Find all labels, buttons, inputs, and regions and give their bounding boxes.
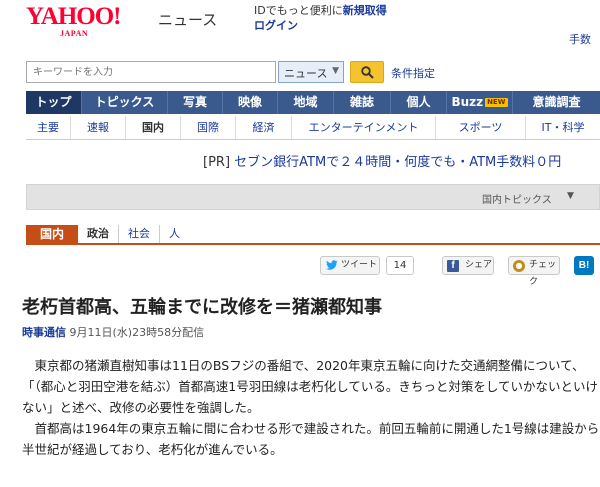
gnav-item-survey[interactable]: 意識調査 xyxy=(513,91,600,114)
snav-label: 速報 xyxy=(87,121,109,134)
search-bar: ニュース ▼ 条件指定 xyxy=(26,61,600,85)
snav-item-domestic[interactable]: 国内 xyxy=(126,116,181,139)
search-scope-select[interactable]: ニュース ▼ xyxy=(278,61,344,83)
category-bar: 国内 政治 社会 人 xyxy=(26,225,600,245)
gnav-item-topics[interactable]: トピックス xyxy=(82,91,168,114)
gnav-label: 写真 xyxy=(182,95,207,109)
check-label: チェック xyxy=(529,260,557,287)
mixi-check-button[interactable]: ● チェック xyxy=(508,256,560,287)
category-sub-people[interactable]: 人 xyxy=(160,225,189,243)
search-input[interactable] xyxy=(26,61,276,83)
snav-item-it-science[interactable]: IT・科学 xyxy=(526,116,600,139)
search-scope-value: ニュース xyxy=(284,67,328,80)
tweet-label: ツイート xyxy=(341,260,378,270)
gnav-label: 雑誌 xyxy=(349,95,374,109)
article-title: 老朽首都高、五輪までに改修を＝猪瀬都知事 xyxy=(22,297,382,318)
global-nav: トップ トピックス 写真 映像 地域 雑誌 個人 Buzz NEW 意識調査 xyxy=(26,91,600,114)
logo-sub: JAPAN xyxy=(60,29,89,38)
snav-item-sports[interactable]: スポーツ xyxy=(436,116,526,139)
gnav-item-local[interactable]: 地域 xyxy=(278,91,334,114)
snav-label: エンターテインメント xyxy=(308,121,419,134)
facebook-share-button[interactable]: f シェア xyxy=(442,256,494,275)
gnav-label: 映像 xyxy=(237,95,262,109)
facebook-icon: f xyxy=(447,260,459,272)
gnav-label: 個人 xyxy=(406,95,431,109)
id-box: IDでもっと便利に新規取得 ログイン xyxy=(254,3,387,33)
gnav-label: 意識調査 xyxy=(532,95,581,109)
gnav-item-top[interactable]: トップ xyxy=(26,91,82,114)
tweet-button[interactable]: ツイート xyxy=(320,256,380,275)
article-source-link[interactable]: 時事通信 xyxy=(22,326,66,339)
snav-label: 経済 xyxy=(252,121,275,134)
twitter-bird-icon xyxy=(326,260,338,270)
snav-label: 主要 xyxy=(37,121,59,134)
share-buttons: ツイート 14 f シェア ● チェック B! xyxy=(320,256,600,287)
gnav-item-personal[interactable]: 個人 xyxy=(391,91,447,114)
gnav-label: トピックス xyxy=(94,95,155,109)
category-sub-politics[interactable]: 政治 xyxy=(78,225,119,243)
article-paragraph: 東京都の猪瀬直樹知事は11日のBSフジの番組で、2020年東京五輪に向けた交通網… xyxy=(22,358,598,415)
category-nav: 主要 速報 国内 国際 経済 エンターテインメント スポーツ IT・科学 xyxy=(26,116,600,140)
pr-tag: [PR] xyxy=(203,155,231,170)
site-header: YAHOO! JAPAN ニュース IDでもっと便利に新規取得 ログイン 手数 xyxy=(0,0,600,52)
chevron-down-icon: ▼ xyxy=(567,191,574,201)
pr-text: セブン銀行ATMで２４時間・何度でも・ATM手数料０円 xyxy=(234,155,562,170)
topics-bar[interactable]: 国内トピックス ▼ xyxy=(26,184,600,210)
yahoo-japan-logo[interactable]: YAHOO! JAPAN xyxy=(26,4,154,42)
snav-item-international[interactable]: 国際 xyxy=(181,116,236,139)
fb-label: シェア xyxy=(465,260,493,270)
top-right-link[interactable]: 手数 xyxy=(569,31,591,47)
new-badge: NEW xyxy=(485,98,508,107)
snav-label: 国内 xyxy=(142,121,164,134)
snav-label: 国際 xyxy=(197,121,219,134)
article-paragraph: 首都高は1964年の東京五輪に間に合わせる形で建設された。前回五輪前に開通した1… xyxy=(22,421,600,457)
search-button[interactable] xyxy=(350,61,384,83)
tweet-count: 14 xyxy=(386,256,414,275)
article-body: 東京都の猪瀬直樹知事は11日のBSフジの番組で、2020年東京五輪に向けた交通網… xyxy=(22,355,600,460)
gnav-item-photos[interactable]: 写真 xyxy=(168,91,223,114)
snav-label: スポーツ xyxy=(458,121,503,134)
login-link[interactable]: ログイン xyxy=(254,19,298,32)
snav-item-economy[interactable]: 経済 xyxy=(236,116,292,139)
hatena-bookmark-button[interactable]: B! xyxy=(574,256,594,275)
category-sub-society[interactable]: 社会 xyxy=(119,225,160,243)
article-byline: 時事通信 9月11日(水)23時58分配信 xyxy=(22,324,204,340)
snav-item-entertainment[interactable]: エンターテインメント xyxy=(292,116,436,139)
gnav-label: Buzz xyxy=(451,95,484,109)
advanced-search-link[interactable]: 条件指定 xyxy=(391,65,435,81)
search-icon xyxy=(361,66,374,79)
article-date: 9月11日(水)23時58分配信 xyxy=(69,326,205,339)
snav-item-main[interactable]: 主要 xyxy=(26,116,71,139)
logo-text: YAHOO! xyxy=(26,3,121,30)
mixi-icon: ● xyxy=(513,260,525,272)
topics-label: 国内トピックス xyxy=(482,195,552,206)
chevron-down-icon: ▼ xyxy=(332,66,339,76)
snav-label: IT・科学 xyxy=(541,121,585,134)
pr-ad-link[interactable]: [PR] セブン銀行ATMで２４時間・何度でも・ATM手数料０円 xyxy=(203,151,561,170)
snav-item-breaking[interactable]: 速報 xyxy=(71,116,126,139)
gnav-item-buzz[interactable]: Buzz NEW xyxy=(447,91,513,114)
gnav-label: 地域 xyxy=(293,95,318,109)
service-name[interactable]: ニュース xyxy=(158,9,217,30)
register-link[interactable]: 新規取得 xyxy=(343,4,387,17)
gnav-item-video[interactable]: 映像 xyxy=(223,91,278,114)
category-main[interactable]: 国内 xyxy=(26,225,78,243)
gnav-label: トップ xyxy=(35,95,72,109)
id-promo-text: IDでもっと便利に xyxy=(254,4,343,17)
gnav-item-magazine[interactable]: 雑誌 xyxy=(334,91,391,114)
